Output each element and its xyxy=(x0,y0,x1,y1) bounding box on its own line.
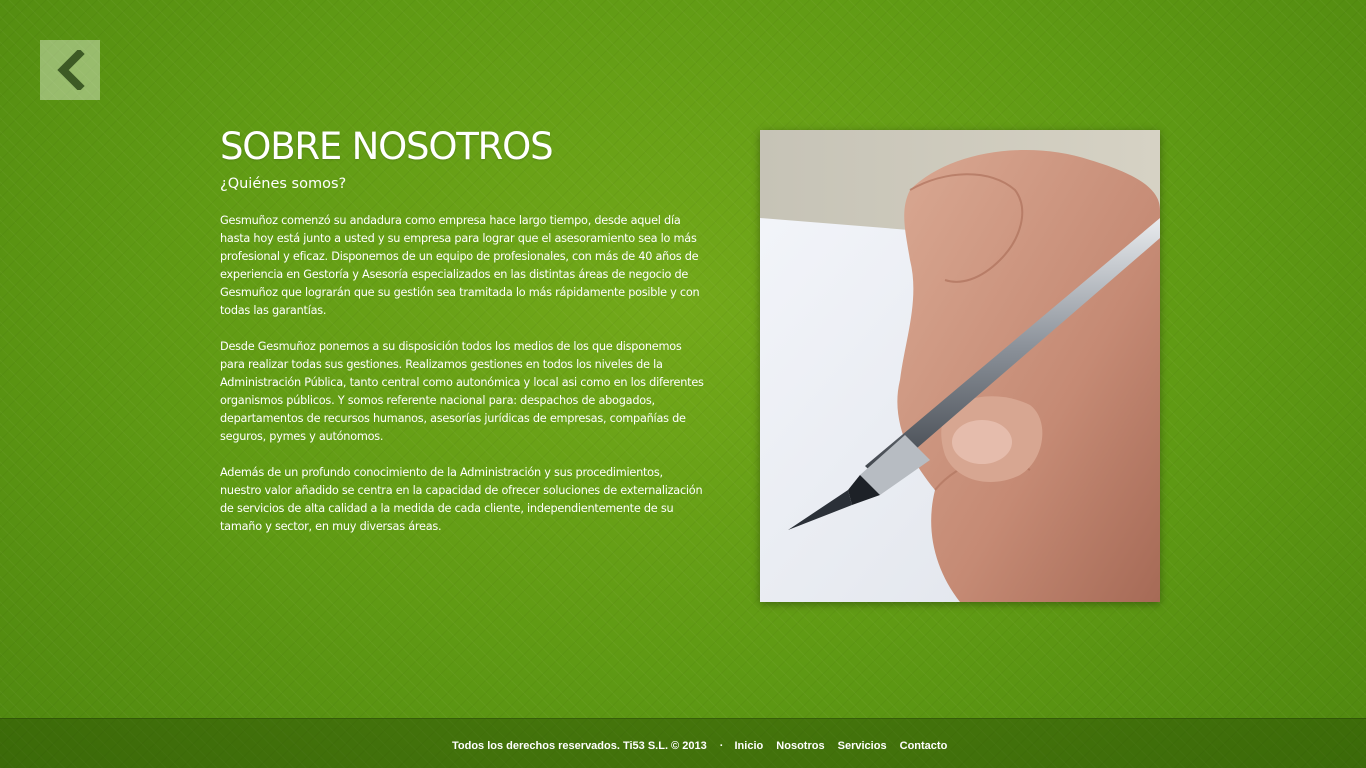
footer-link-contacto[interactable]: Contacto xyxy=(900,739,948,753)
footer-content: Todos los derechos reservados. Ti53 S.L.… xyxy=(452,739,957,753)
about-section: SOBRE NOSOTROS ¿Quiénes somos? Gesmuñoz … xyxy=(220,128,710,536)
footer-copyright: Todos los derechos reservados. Ti53 S.L.… xyxy=(452,740,707,752)
footer: Todos los derechos reservados. Ti53 S.L.… xyxy=(0,718,1366,768)
page-subtitle: ¿Quiénes somos? xyxy=(220,176,347,192)
back-button[interactable] xyxy=(40,40,100,100)
hand-with-pen-photo xyxy=(760,130,1160,602)
paragraph-services: Desde Gesmuñoz ponemos a su disposición … xyxy=(220,340,704,443)
footer-link-inicio[interactable]: Inicio xyxy=(735,739,764,753)
footer-link-servicios[interactable]: Servicios xyxy=(838,739,887,753)
footer-separator: · xyxy=(719,740,724,752)
paragraph-intro: Gesmuñoz comenzó su andadura como empres… xyxy=(220,214,700,317)
footer-link-nosotros[interactable]: Nosotros xyxy=(776,739,824,753)
paragraph-value: Además de un profundo conocimiento de la… xyxy=(220,466,703,533)
chevron-left-icon xyxy=(53,50,87,90)
page-title: SOBRE NOSOTROS xyxy=(220,125,554,168)
